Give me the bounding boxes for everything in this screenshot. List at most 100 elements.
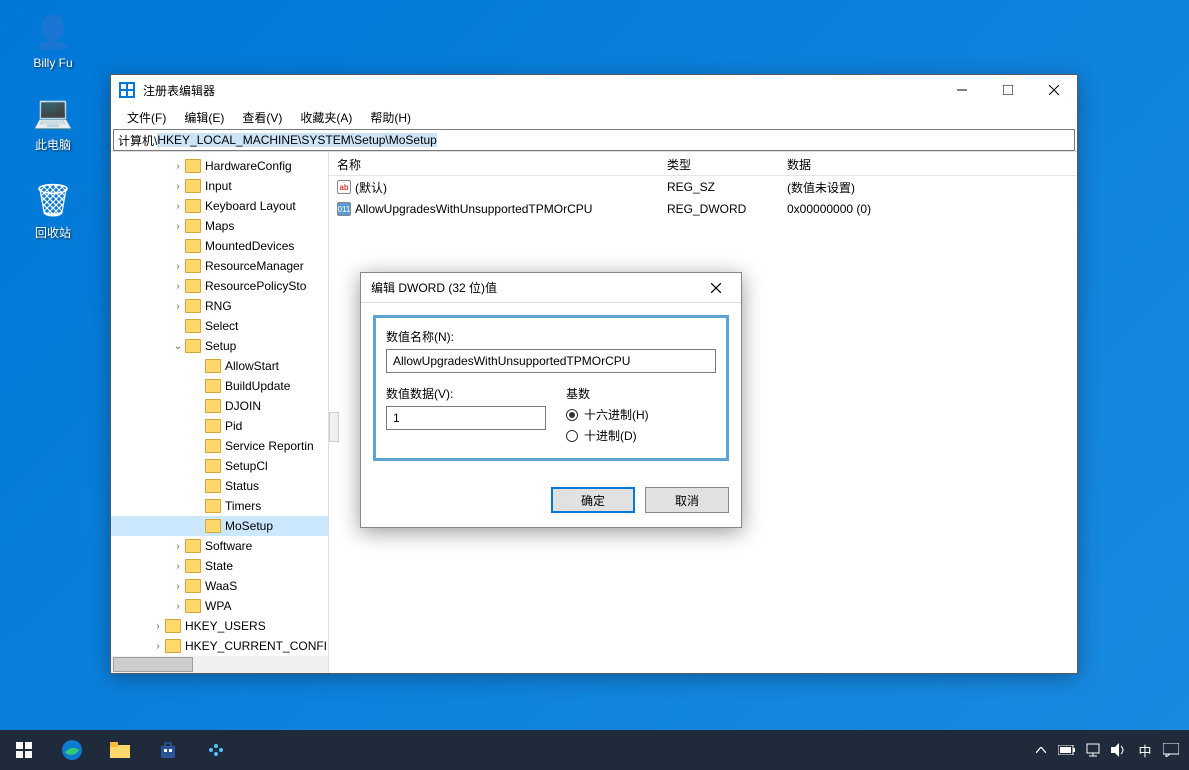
tree-item[interactable]: ›Input xyxy=(111,176,328,196)
tree-expand-icon[interactable]: › xyxy=(171,201,185,212)
tree-item[interactable]: ›HKEY_CURRENT_CONFI xyxy=(111,636,328,656)
tree-item[interactable]: Status xyxy=(111,476,328,496)
tray-battery[interactable] xyxy=(1055,730,1079,770)
tree-item[interactable]: ›ResourcePolicySto xyxy=(111,276,328,296)
menu-view[interactable]: 查看(V) xyxy=(234,107,290,128)
tree-item-label: HardwareConfig xyxy=(205,159,292,173)
scrollbar-thumb[interactable] xyxy=(113,657,193,672)
tree-expand-icon[interactable]: ⌄ xyxy=(171,341,185,352)
column-name[interactable]: 名称 xyxy=(329,152,659,175)
tree-item-label: Setup xyxy=(205,339,236,353)
cell-type: REG_SZ xyxy=(659,180,779,194)
tree-item-label: MountedDevices xyxy=(205,239,294,253)
folder-icon xyxy=(185,319,201,333)
cell-name: ab(默认) xyxy=(329,179,659,196)
start-button[interactable] xyxy=(0,730,48,770)
ok-button[interactable]: 确定 xyxy=(551,487,635,513)
cancel-button[interactable]: 取消 xyxy=(645,487,729,513)
tree-item-label: DJOIN xyxy=(225,399,261,413)
tray-notifications[interactable] xyxy=(1159,730,1183,770)
tray-network[interactable] xyxy=(1081,730,1105,770)
tree-expand-icon[interactable]: › xyxy=(151,641,165,652)
close-icon xyxy=(1049,85,1059,95)
tree-expand-icon[interactable]: › xyxy=(171,261,185,272)
desktop-icon-recycle-bin[interactable]: 🗑 回收站 xyxy=(18,180,88,241)
tree-item[interactable]: Pid xyxy=(111,416,328,436)
tree-expand-icon[interactable]: › xyxy=(171,541,185,552)
menu-help[interactable]: 帮助(H) xyxy=(362,107,419,128)
maximize-button[interactable] xyxy=(985,75,1031,105)
menu-favorites[interactable]: 收藏夹(A) xyxy=(292,107,360,128)
tree-expand-icon[interactable]: › xyxy=(171,561,185,572)
tree-pane[interactable]: ›HardwareConfig›Input›Keyboard Layout›Ma… xyxy=(111,152,329,673)
titlebar[interactable]: 注册表编辑器 xyxy=(111,75,1077,105)
tree-item-label: Timers xyxy=(225,499,261,513)
list-row[interactable]: 011AllowUpgradesWithUnsupportedTPMOrCPUR… xyxy=(329,198,1077,220)
tree-item[interactable]: › Keyboard Layout xyxy=(111,196,328,216)
radio-hex[interactable]: 十六进制(H) xyxy=(566,406,716,423)
tree-expand-icon[interactable]: › xyxy=(171,601,185,612)
tree-expand-icon[interactable]: › xyxy=(171,581,185,592)
tree-expand-icon[interactable]: › xyxy=(151,621,165,632)
tree-item[interactable]: › HardwareConfig xyxy=(111,156,328,176)
tree-item[interactable]: ›State xyxy=(111,556,328,576)
tree-item[interactable]: SetupCl xyxy=(111,456,328,476)
column-type[interactable]: 类型 xyxy=(659,152,779,175)
tree-item[interactable]: Select xyxy=(111,316,328,336)
tree-item-label: Pid xyxy=(225,419,242,433)
tree-item[interactable]: MountedDevices xyxy=(111,236,328,256)
tree-item-label: Keyboard Layout xyxy=(205,199,296,213)
tree-item[interactable]: Timers xyxy=(111,496,328,516)
folder-icon xyxy=(205,439,221,453)
radio-hex-label: 十六进制(H) xyxy=(584,406,649,423)
tree-expand-icon[interactable]: › xyxy=(171,181,185,192)
address-path: HKEY_LOCAL_MACHINE\SYSTEM\Setup\MoSetup xyxy=(157,133,436,147)
tree-expand-icon[interactable]: › xyxy=(171,281,185,292)
radio-dec[interactable]: 十进制(D) xyxy=(566,427,716,444)
folder-icon xyxy=(205,399,221,413)
list-row[interactable]: ab(默认)REG_SZ(数值未设置) xyxy=(329,176,1077,198)
column-data[interactable]: 数据 xyxy=(779,152,1077,175)
base-label: 基数 xyxy=(566,385,716,402)
splitter-handle[interactable] xyxy=(329,412,339,442)
tray-ime[interactable]: 中 xyxy=(1133,730,1157,770)
tree-horizontal-scrollbar[interactable] xyxy=(111,656,328,673)
tree-item-label: WaaS xyxy=(205,579,237,593)
address-bar[interactable]: 计算机\HKEY_LOCAL_MACHINE\SYSTEM\Setup\MoSe… xyxy=(113,129,1075,151)
tree-expand-icon[interactable]: › xyxy=(171,301,185,312)
tree-item[interactable]: ›Maps xyxy=(111,216,328,236)
tree-item[interactable]: ›WPA xyxy=(111,596,328,616)
taskbar-explorer[interactable] xyxy=(96,730,144,770)
radio-button-icon xyxy=(566,430,578,442)
tree-item[interactable]: ⌄ Setup xyxy=(111,336,328,356)
value-name-input[interactable] xyxy=(386,349,716,373)
address-prefix: 计算机\ xyxy=(118,132,157,149)
menu-edit[interactable]: 编辑(E) xyxy=(176,107,232,128)
tree-item[interactable]: ›ResourceManager xyxy=(111,256,328,276)
tree-item[interactable]: Service Reportin xyxy=(111,436,328,456)
tree-item[interactable]: DJOIN xyxy=(111,396,328,416)
taskbar-edge[interactable] xyxy=(48,730,96,770)
taskbar-store[interactable] xyxy=(144,730,192,770)
tray-volume[interactable] xyxy=(1107,730,1131,770)
tree-expand-icon[interactable]: › xyxy=(171,161,185,172)
tree-expand-icon[interactable]: › xyxy=(171,221,185,232)
minimize-button[interactable] xyxy=(939,75,985,105)
tree-item[interactable]: AllowStart xyxy=(111,356,328,376)
value-name-label: 数值名称(N): xyxy=(386,328,716,345)
tray-chevron[interactable] xyxy=(1029,730,1053,770)
dialog-close-button[interactable] xyxy=(701,273,731,303)
tree-item[interactable]: MoSetup xyxy=(111,516,328,536)
desktop-icon-user[interactable]: 👤 Billy Fu xyxy=(18,12,88,70)
taskbar-app[interactable] xyxy=(192,730,240,770)
value-data-input[interactable] xyxy=(386,406,546,430)
desktop-icon-this-pc[interactable]: 💻 此电脑 xyxy=(18,92,88,153)
tree-item[interactable]: ›HKEY_USERS xyxy=(111,616,328,636)
tree-item[interactable]: BuildUpdate xyxy=(111,376,328,396)
tree-item[interactable]: ›RNG xyxy=(111,296,328,316)
close-button[interactable] xyxy=(1031,75,1077,105)
tree-item[interactable]: ›Software xyxy=(111,536,328,556)
menu-file[interactable]: 文件(F) xyxy=(119,107,174,128)
dialog-titlebar[interactable]: 编辑 DWORD (32 位)值 xyxy=(361,273,741,303)
tree-item[interactable]: › WaaS xyxy=(111,576,328,596)
